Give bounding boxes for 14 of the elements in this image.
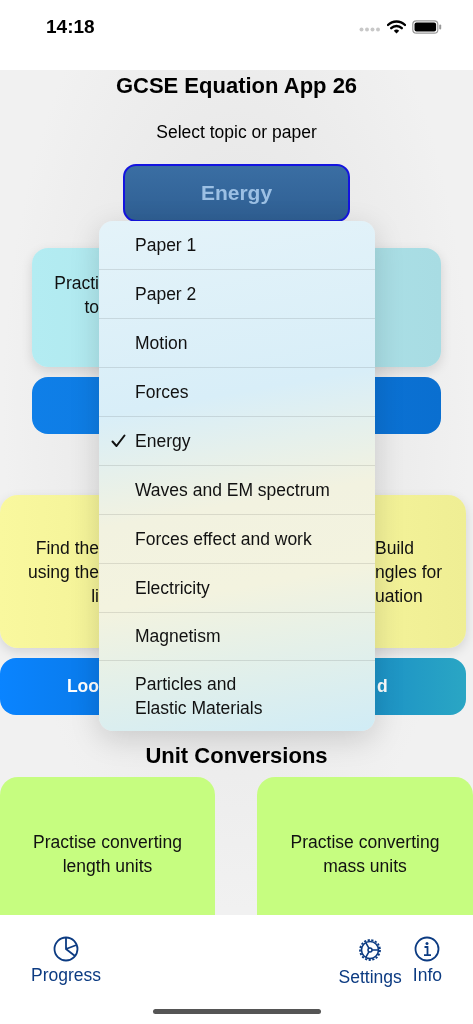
card-text: Practi xyxy=(54,272,99,295)
card-text: Build xyxy=(375,536,414,560)
card-text: Practise converting mass units xyxy=(289,831,441,878)
card-text: Practise converting length units xyxy=(32,831,183,878)
card-text: uation xyxy=(375,584,423,608)
app-title: GCSE Equation App 26 xyxy=(114,72,359,100)
status-time: 14:18 xyxy=(46,16,95,38)
card-text: using the xyxy=(27,560,99,584)
instruction-text: Select topic or paper xyxy=(155,121,318,144)
card-text: to xyxy=(84,296,99,319)
card-text: ngles for xyxy=(375,560,443,584)
card-text: li xyxy=(91,584,99,608)
card-text: Find the xyxy=(35,536,99,560)
section-heading: Unit Conversions xyxy=(144,742,329,770)
